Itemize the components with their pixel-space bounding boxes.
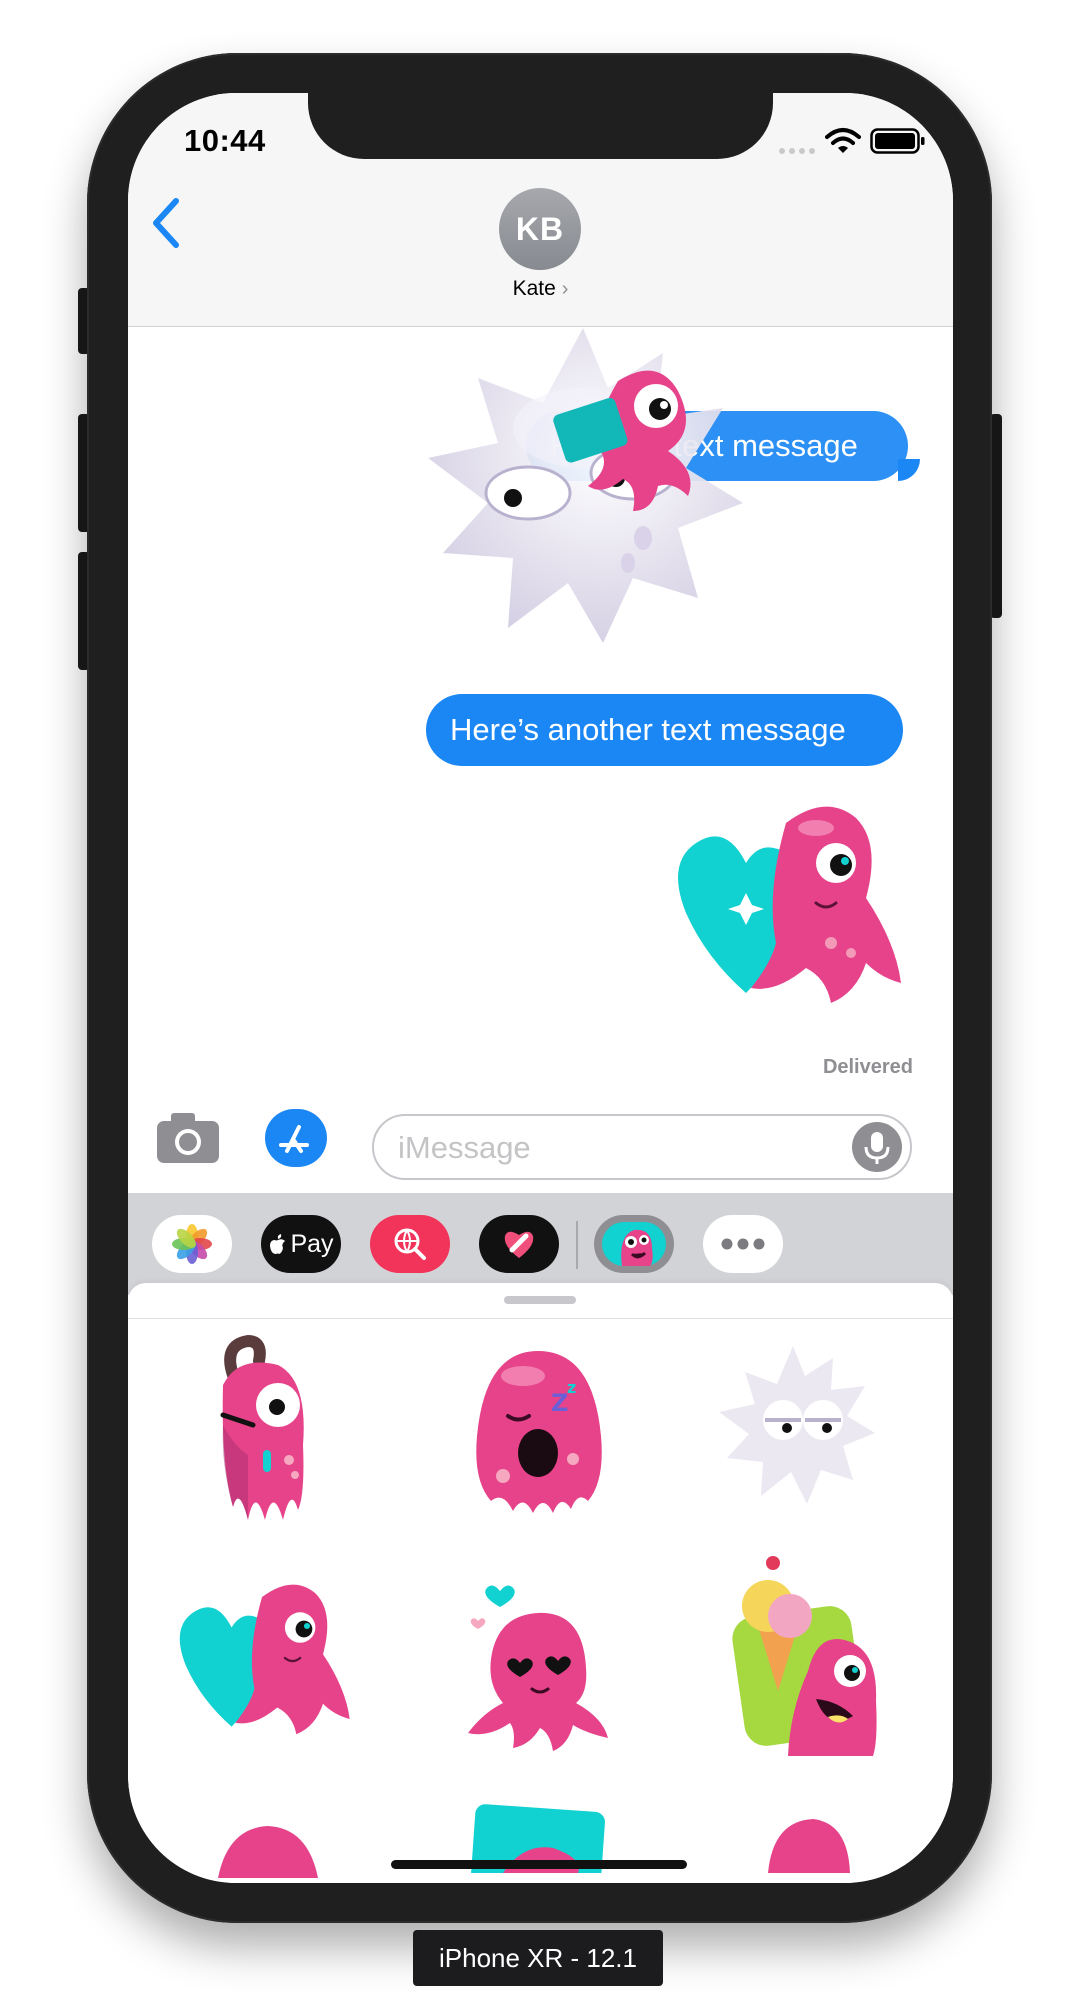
photos-icon xyxy=(172,1224,212,1264)
heart-touch-icon xyxy=(504,1231,534,1258)
phone-screen: 10:44 KB Kate › Here’s a text message He… xyxy=(128,93,953,1883)
message-input-field[interactable] xyxy=(372,1114,912,1180)
message-text-2: Here’s another text message xyxy=(450,712,846,747)
app-drawer: Pay xyxy=(128,1193,953,1295)
more-apps-button[interactable] xyxy=(703,1215,783,1273)
svg-text:z: z xyxy=(567,1378,576,1397)
app-store-button[interactable] xyxy=(265,1109,323,1167)
home-indicator[interactable] xyxy=(391,1860,687,1869)
notch xyxy=(308,93,773,159)
drawer-divider xyxy=(576,1221,578,1269)
chevron-right-icon: › xyxy=(561,278,569,300)
sticker-sleepy-pink-blob[interactable]: Z z xyxy=(463,1341,613,1521)
sticker-monster-with-ice-cream[interactable] xyxy=(728,1551,898,1761)
status-time: 10:44 xyxy=(184,123,266,158)
apple-pay-app-button[interactable]: Pay xyxy=(261,1215,341,1273)
bubble-tail xyxy=(898,459,920,481)
message-bubble-2[interactable]: Here’s another text message xyxy=(426,694,903,766)
photos-app-button[interactable] xyxy=(152,1215,232,1273)
placed-sticker-reading-octopus[interactable] xyxy=(548,361,718,521)
image-search-app-button[interactable] xyxy=(370,1215,450,1273)
device-label-text: iPhone XR - 12.1 xyxy=(438,1942,637,1973)
sent-sticker-octopus-heart[interactable] xyxy=(656,793,908,1013)
sheet-divider xyxy=(128,1318,953,1319)
simulator-device-label: iPhone XR - 12.1 xyxy=(413,1930,663,1986)
digital-touch-app-button[interactable] xyxy=(479,1215,559,1273)
sticker-grumpy-white-blob[interactable] xyxy=(705,1338,881,1514)
app-store-icon xyxy=(279,1125,309,1153)
apple-pay-label: Pay xyxy=(290,1229,334,1258)
sticker-partial-pink-3[interactable] xyxy=(758,1813,858,1873)
more-icon xyxy=(721,1238,765,1250)
sticker-browser: Z z xyxy=(128,1283,953,1883)
contact-name: Kate xyxy=(512,277,556,300)
globe-search-icon xyxy=(394,1228,426,1260)
sticker-octopus-in-love[interactable] xyxy=(458,1573,618,1753)
sticker-partial-pink-1[interactable] xyxy=(208,1818,328,1878)
delivery-status: Delivered xyxy=(822,1056,913,1078)
microphone-icon xyxy=(864,1132,890,1164)
camera-icon[interactable] xyxy=(155,1109,221,1165)
monster-sticker-icon xyxy=(602,1222,666,1266)
sticker-worried-pink-monster[interactable] xyxy=(193,1335,323,1525)
sheet-grabber[interactable] xyxy=(504,1296,576,1304)
back-chevron-icon[interactable] xyxy=(146,195,186,251)
message-input[interactable] xyxy=(396,1127,820,1169)
sticker-octopus-with-heart[interactable] xyxy=(163,1573,355,1743)
sticker-pack-app-button[interactable] xyxy=(594,1215,674,1273)
contact-avatar[interactable]: KB xyxy=(499,188,581,270)
contact-name-button[interactable]: Kate › xyxy=(128,277,953,301)
contact-initials: KB xyxy=(515,210,565,247)
svg-text:Z: Z xyxy=(551,1389,568,1417)
wifi-icon xyxy=(825,128,861,153)
dictation-button[interactable] xyxy=(852,1122,902,1172)
cellular-signal-icon xyxy=(779,148,815,154)
apple-pay-icon xyxy=(270,1234,286,1254)
battery-icon xyxy=(870,128,925,154)
